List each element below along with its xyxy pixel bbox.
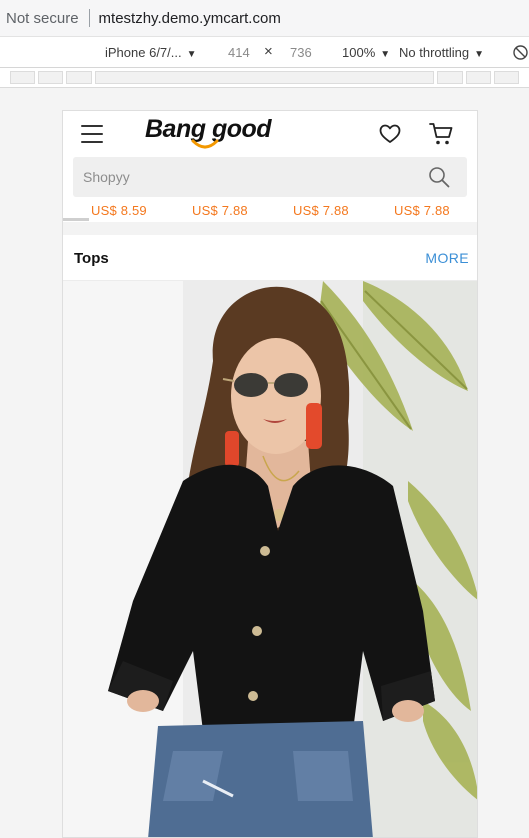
device-select[interactable]: iPhone 6/7/... ▼ (105, 45, 197, 60)
ruler-segment[interactable] (38, 71, 63, 84)
caret-down-icon: ▼ (474, 49, 484, 60)
product-image[interactable] (63, 281, 478, 838)
zoom-select[interactable]: 100% ▼ (342, 45, 390, 60)
caret-down-icon: ▼ (380, 49, 391, 60)
throttling-select-label: No throttling (399, 45, 470, 60)
cart-icon[interactable] (429, 122, 453, 146)
ruler-segment[interactable] (494, 71, 519, 84)
section-header: Tops MORE (63, 235, 477, 281)
search-input[interactable] (73, 157, 413, 197)
more-link[interactable]: MORE (425, 250, 469, 266)
product-price[interactable]: US$ 7.88 (293, 203, 349, 218)
url-text[interactable]: mtestzhy.demo.ymcart.com (99, 10, 281, 27)
ruler-segment[interactable] (95, 71, 434, 84)
section-title: Tops (74, 250, 109, 267)
ruler-segment[interactable] (466, 71, 491, 84)
section-divider (63, 222, 477, 235)
product-price-strip: US$ 8.59 US$ 7.88 US$ 7.88 US$ 7.88 (63, 197, 477, 222)
caret-down-icon: ▼ (186, 49, 197, 60)
search-icon[interactable] (428, 166, 450, 188)
rotate-icon[interactable] (512, 44, 529, 61)
viewport-width-input[interactable]: 414 (228, 45, 250, 60)
address-bar[interactable]: Not secure mtestzhy.demo.ymcart.com (0, 0, 529, 37)
search-bar (73, 157, 467, 197)
media-query-ruler[interactable] (0, 68, 529, 88)
product-price[interactable]: US$ 7.88 (394, 203, 450, 218)
ruler-segment[interactable] (437, 71, 463, 84)
heart-icon[interactable] (379, 124, 401, 144)
address-separator (88, 9, 90, 27)
device-viewport: Bang good US$ 8.59 US$ 7.88 US$ 7.88 US$… (62, 110, 478, 838)
ruler-segment[interactable] (66, 71, 92, 84)
logo-smile-mark (191, 139, 219, 149)
viewport-height-input[interactable]: 736 (290, 45, 312, 60)
ruler-segment[interactable] (10, 71, 35, 84)
menu-icon[interactable] (81, 125, 103, 143)
carousel-scrollbar[interactable] (63, 218, 89, 221)
device-select-label: iPhone 6/7/... (105, 45, 182, 60)
device-toolbar: iPhone 6/7/... ▼ 414 × 736 100% ▼ No throt… (0, 37, 529, 68)
site-header: Bang good (63, 111, 477, 157)
zoom-select-label: 100% (342, 45, 376, 60)
throttling-select[interactable]: No throttling ▼ (399, 45, 484, 60)
product-price[interactable]: US$ 7.88 (192, 203, 248, 218)
product-price[interactable]: US$ 8.59 (91, 203, 147, 218)
dimension-times: × (264, 43, 273, 60)
security-status[interactable]: Not secure (0, 10, 79, 27)
